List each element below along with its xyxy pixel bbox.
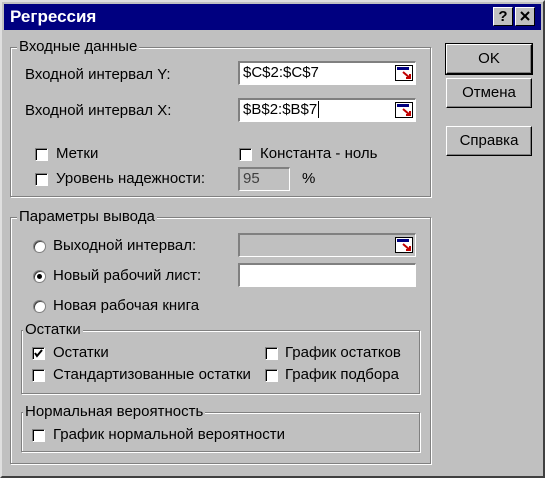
residuals-group: Остатки Остатки Стандартизованные остатк… <box>21 321 420 394</box>
help-button[interactable]: Справка <box>446 126 532 156</box>
input-group-legend: Входные данные <box>17 38 140 56</box>
confidence-checkbox[interactable] <box>35 173 48 186</box>
output-group: Параметры вывода Выходной интервал: Новы… <box>10 208 431 464</box>
close-button[interactable] <box>515 7 535 26</box>
std-residuals-checkbox[interactable] <box>32 369 45 382</box>
confidence-field: 95 <box>238 167 290 191</box>
std-residuals-label[interactable]: Стандартизованные остатки <box>53 366 251 384</box>
output-range-radio[interactable] <box>33 240 46 253</box>
new-workbook-radio[interactable] <box>33 300 46 313</box>
confidence-label[interactable]: Уровень надежности: <box>56 170 205 188</box>
residuals-checkbox[interactable] <box>32 347 45 360</box>
residuals-group-legend: Остатки <box>23 321 83 339</box>
constant-zero-label[interactable]: Константа - ноль <box>260 145 377 163</box>
input-y-label: Входной интервал Y: <box>25 66 171 83</box>
ok-button[interactable]: OK <box>445 43 533 75</box>
new-workbook-label[interactable]: Новая рабочая книга <box>53 297 199 315</box>
help-question-button[interactable]: ? <box>493 7 513 26</box>
radio-selected-dot <box>37 274 42 279</box>
title-bar[interactable]: Регрессия ? <box>4 4 541 30</box>
input-group: Входные данные Входной интервал Y: $C$2:… <box>10 38 431 197</box>
labels-checkbox[interactable] <box>35 148 48 161</box>
normal-probability-group: Нормальная вероятность График нормальной… <box>21 403 420 452</box>
normal-plot-checkbox[interactable] <box>32 429 45 442</box>
regression-dialog: Регрессия ? Входные данные Входной интер… <box>0 0 545 478</box>
normal-group-legend: Нормальная вероятность <box>23 403 206 421</box>
input-x-label: Входной интервал X: <box>25 102 172 119</box>
fit-plot-checkbox[interactable] <box>265 369 278 382</box>
residual-plot-label[interactable]: График остатков <box>285 344 401 362</box>
range-select-icon[interactable] <box>395 65 413 81</box>
dialog-title: Регрессия <box>10 7 97 26</box>
normal-plot-label[interactable]: График нормальной вероятности <box>53 426 285 444</box>
new-sheet-field[interactable] <box>238 263 416 287</box>
input-x-value: $B$2:$B$7 <box>243 101 318 118</box>
labels-label[interactable]: Метки <box>56 145 98 163</box>
cancel-button[interactable]: Отмена <box>446 78 532 108</box>
fit-plot-label[interactable]: График подбора <box>285 366 399 384</box>
confidence-value: 95 <box>243 170 260 187</box>
check-icon <box>34 349 43 358</box>
new-sheet-radio[interactable] <box>33 270 46 283</box>
range-select-icon <box>395 237 413 253</box>
input-y-field[interactable]: $C$2:$C$7 <box>238 61 416 85</box>
new-sheet-label[interactable]: Новый рабочий лист: <box>53 267 201 285</box>
output-range-field <box>238 233 416 257</box>
input-x-field[interactable]: $B$2:$B$7 <box>238 98 416 122</box>
range-select-icon[interactable] <box>395 102 413 118</box>
close-icon <box>520 11 530 21</box>
residual-plot-checkbox[interactable] <box>265 347 278 360</box>
percent-sign: % <box>302 170 316 187</box>
output-group-legend: Параметры вывода <box>17 208 157 226</box>
output-range-label[interactable]: Выходной интервал: <box>53 237 196 255</box>
residuals-label[interactable]: Остатки <box>53 344 109 362</box>
input-y-value: $C$2:$C$7 <box>243 64 319 81</box>
constant-zero-checkbox[interactable] <box>239 148 252 161</box>
